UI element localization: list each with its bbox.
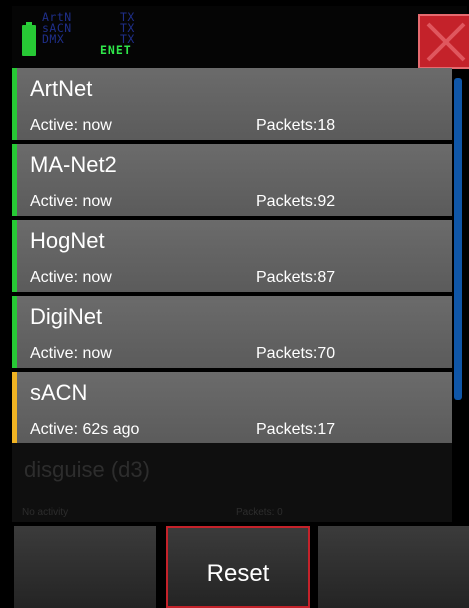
item-packets: Packets:92	[256, 193, 336, 210]
item-packets: Packets:70	[256, 345, 336, 362]
status-indicator	[12, 144, 17, 216]
item-packets: Packets:87	[256, 269, 336, 286]
item-packets: Packets:18	[256, 117, 336, 134]
battery-icon	[22, 22, 36, 56]
item-name: sACN	[30, 380, 88, 405]
protocol-row: DMX TX	[42, 32, 152, 46]
reset-button-label: Reset	[206, 560, 270, 587]
item-name: ArtNet	[30, 76, 93, 101]
list-item[interactable]: ArtNet Active: now Packets:18	[12, 68, 452, 140]
list-item[interactable]: HogNet Active: now Packets:87	[12, 220, 452, 292]
list-scrollbar[interactable]	[454, 78, 462, 400]
item-status: Active: now	[30, 269, 112, 286]
item-status: Active: 62s ago	[30, 421, 140, 438]
item-name: disguise (d3)	[24, 457, 150, 482]
list-item-inactive[interactable]: disguise (d3) No activity Packets: 0	[12, 443, 452, 522]
item-name: HogNet	[30, 228, 105, 253]
item-packets: Packets: 0	[236, 507, 283, 518]
left-soft-button[interactable]	[14, 526, 156, 608]
list-item[interactable]: MA-Net2 Active: now Packets:92	[12, 144, 452, 216]
item-status: Active: now	[30, 193, 112, 210]
item-name: MA-Net2	[30, 152, 117, 177]
status-indicator	[12, 220, 17, 292]
close-icon	[426, 22, 465, 61]
app-screen: ArtN TX sACN TX DMX TX ENET ArtNet Activ…	[0, 0, 469, 608]
network-row: ENET	[42, 43, 152, 57]
status-indicator	[12, 296, 17, 368]
status-indicator	[12, 372, 17, 444]
reset-button[interactable]: Reset	[166, 526, 310, 608]
protocol-status-table: ArtN TX sACN TX DMX TX ENET	[42, 11, 152, 57]
item-status: Active: now	[30, 117, 112, 134]
protocol-name: DMX	[42, 32, 65, 46]
network-label: ENET	[100, 43, 132, 57]
item-status: No activity	[22, 507, 69, 518]
item-packets: Packets:17	[256, 421, 336, 438]
list-item[interactable]: sACN Active: 62s ago Packets:17	[12, 372, 452, 444]
close-button[interactable]	[418, 14, 469, 69]
item-name: DigiNet	[30, 304, 103, 329]
list-item[interactable]: DigiNet Active: now Packets:70	[12, 296, 452, 368]
item-status: Active: now	[30, 345, 112, 362]
status-header: ArtN TX sACN TX DMX TX ENET	[12, 6, 469, 69]
right-soft-button[interactable]	[318, 526, 469, 608]
status-indicator	[12, 68, 17, 140]
bottom-toolbar: Reset	[0, 524, 469, 608]
